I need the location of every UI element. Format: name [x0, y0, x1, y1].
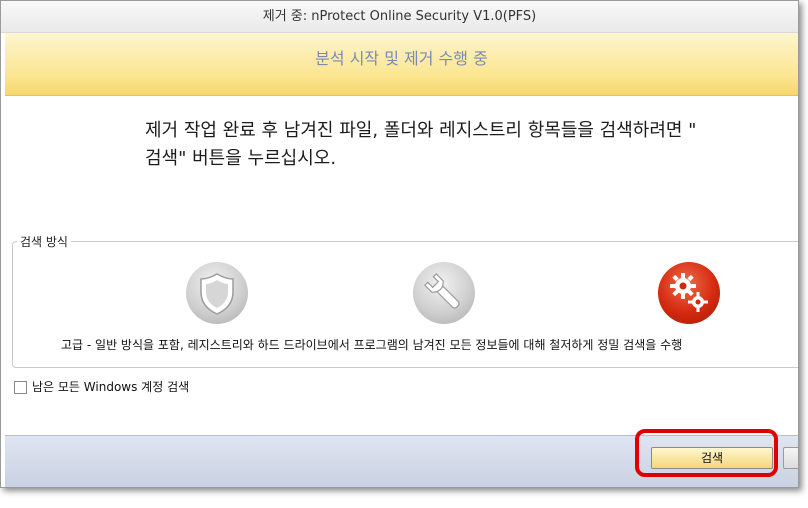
window-title: 제거 중: nProtect Online Security V1.0(PFS) [262, 9, 537, 24]
search-method-legend: 검색 방식 [20, 235, 68, 249]
next-button[interactable] [783, 447, 798, 469]
method-description: 고급 - 일반 방식을 포함, 레지스트리와 하드 드라이브에서 프로그램의 남… [61, 338, 683, 352]
search-method-group: 검색 방식 고급 - 일반 방식을 포함, 레지스트리와 하드 드라이브에서 프… [12, 233, 798, 368]
banner-title: 분석 시작 및 제거 수행 중 [315, 49, 488, 68]
shield-icon[interactable] [186, 262, 248, 324]
all-accounts-checkbox-row[interactable]: 남은 모든 Windows 계정 검색 [14, 378, 189, 394]
title-bar: 제거 중: nProtect Online Security V1.0(PFS) [1, 1, 798, 33]
instruction-message: 제거 작업 완료 후 남겨진 파일, 폴더와 레지스트리 항목들을 검색하려면 … [145, 117, 798, 173]
all-accounts-checkbox-label[interactable]: 남은 모든 Windows 계정 검색 [32, 380, 189, 394]
instruction-line-2: 검색" 버튼을 누르십시오. [145, 148, 337, 169]
header-banner: 분석 시작 및 제거 수행 중 [5, 33, 798, 96]
all-accounts-checkbox[interactable] [14, 381, 27, 394]
gears-icon[interactable] [658, 262, 720, 324]
instruction-line-1: 제거 작업 완료 후 남겨진 파일, 폴더와 레지스트리 항목들을 검색하려면 … [145, 120, 697, 141]
search-button[interactable]: 검색 [651, 447, 773, 469]
wrench-icon[interactable] [413, 262, 475, 324]
uninstaller-window: 제거 중: nProtect Online Security V1.0(PFS)… [0, 0, 799, 488]
